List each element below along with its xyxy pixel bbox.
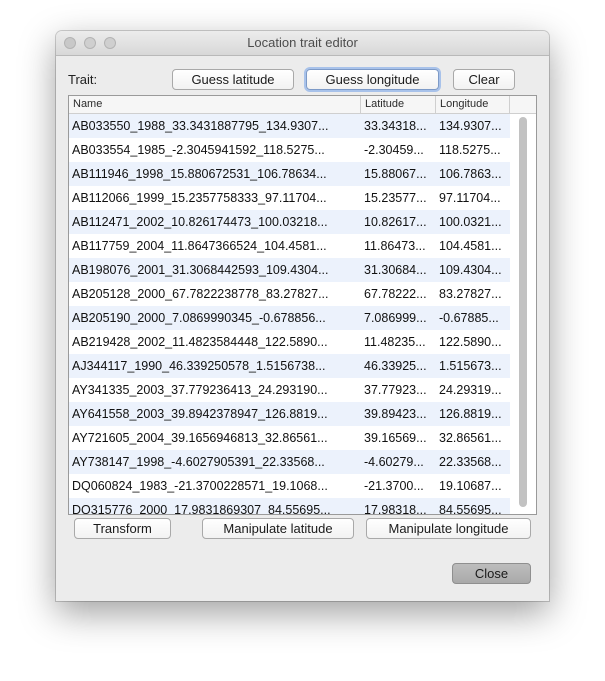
guess-longitude-button[interactable]: Guess longitude <box>306 69 439 90</box>
latitude-cell[interactable]: 33.34318... <box>361 114 436 138</box>
name-cell[interactable]: AB219428_2002_11.4823584448_122.5890... <box>69 330 361 354</box>
longitude-cell[interactable]: 84.55695... <box>436 498 510 514</box>
latitude-cell[interactable]: 15.88067... <box>361 162 436 186</box>
longitude-cell[interactable]: 83.27827... <box>436 282 510 306</box>
latitude-cell[interactable]: 67.78222... <box>361 282 436 306</box>
longitude-cell[interactable]: 100.0321... <box>436 210 510 234</box>
name-cell[interactable]: AB205190_2000_7.0869990345_-0.678856... <box>69 306 361 330</box>
name-cell[interactable]: AB111946_1998_15.880672531_106.78634... <box>69 162 361 186</box>
column-header-longitude[interactable]: Longitude <box>436 96 510 113</box>
title-bar: Location trait editor <box>56 31 549 56</box>
latitude-cell[interactable]: -2.30459... <box>361 138 436 162</box>
latitude-cell[interactable]: 7.086999... <box>361 306 436 330</box>
latitude-cell[interactable]: -4.60279... <box>361 450 436 474</box>
name-cell[interactable]: DQ060824_1983_-21.3700228571_19.1068... <box>69 474 361 498</box>
close-button[interactable]: Close <box>452 563 531 584</box>
name-cell[interactable]: AJ344117_1990_46.339250578_1.5156738... <box>69 354 361 378</box>
table-body: AB033550_1988_33.3431887795_134.9307... 3… <box>69 114 510 514</box>
name-cell[interactable]: AY341335_2003_37.779236413_24.293190... <box>69 378 361 402</box>
longitude-cell[interactable]: 109.4304... <box>436 258 510 282</box>
latitude-cell[interactable]: 17.98318... <box>361 498 436 514</box>
latitude-cell[interactable]: 15.23577... <box>361 186 436 210</box>
name-cell[interactable]: AB033550_1988_33.3431887795_134.9307... <box>69 114 361 138</box>
scrollbar-thumb[interactable] <box>519 117 527 507</box>
name-cell[interactable]: AB205128_2000_67.7822238778_83.27827... <box>69 282 361 306</box>
longitude-cell[interactable]: 106.7863... <box>436 162 510 186</box>
table-row[interactable]: AB111946_1998_15.880672531_106.78634... 1… <box>69 162 510 186</box>
table-row[interactable]: DQ315776_2000_17.9831869307_84.55695... 1… <box>69 498 510 514</box>
longitude-cell[interactable]: 22.33568... <box>436 450 510 474</box>
latitude-cell[interactable]: 37.77923... <box>361 378 436 402</box>
latitude-cell[interactable]: 31.30684... <box>361 258 436 282</box>
table-header: Name Latitude Longitude <box>69 96 536 114</box>
table-row[interactable]: DQ060824_1983_-21.3700228571_19.1068... -… <box>69 474 510 498</box>
longitude-cell[interactable]: 24.29319... <box>436 378 510 402</box>
table-row[interactable]: AY738147_1998_-4.6027905391_22.33568... -… <box>69 450 510 474</box>
latitude-cell[interactable]: 39.89423... <box>361 402 436 426</box>
name-cell[interactable]: AY738147_1998_-4.6027905391_22.33568... <box>69 450 361 474</box>
table-row[interactable]: AY341335_2003_37.779236413_24.293190... 3… <box>69 378 510 402</box>
transform-button[interactable]: Transform <box>74 518 171 539</box>
name-cell[interactable]: AB033554_1985_-2.3045941592_118.5275... <box>69 138 361 162</box>
trait-table: Name Latitude Longitude AB033550_1988_33… <box>68 95 537 515</box>
longitude-cell[interactable]: 32.86561... <box>436 426 510 450</box>
trait-label: Trait: <box>68 72 98 87</box>
latitude-cell[interactable]: 11.86473... <box>361 234 436 258</box>
clear-button[interactable]: Clear <box>453 69 515 90</box>
table-row[interactable]: AB117759_2004_11.8647366524_104.4581... 1… <box>69 234 510 258</box>
latitude-cell[interactable]: 46.33925... <box>361 354 436 378</box>
name-cell[interactable]: AB112471_2002_10.826174473_100.03218... <box>69 210 361 234</box>
column-header-latitude[interactable]: Latitude <box>361 96 436 113</box>
table-row[interactable]: AY641558_2003_39.8942378947_126.8819... 3… <box>69 402 510 426</box>
longitude-cell[interactable]: -0.67885... <box>436 306 510 330</box>
name-cell[interactable]: AY721605_2004_39.1656946813_32.86561... <box>69 426 361 450</box>
table-row[interactable]: AJ344117_1990_46.339250578_1.5156738... 4… <box>69 354 510 378</box>
table-row[interactable]: AB198076_2001_31.3068442593_109.4304... 3… <box>69 258 510 282</box>
name-cell[interactable]: AY641558_2003_39.8942378947_126.8819... <box>69 402 361 426</box>
longitude-cell[interactable]: 19.10687... <box>436 474 510 498</box>
longitude-cell[interactable]: 104.4581... <box>436 234 510 258</box>
vertical-scrollbar[interactable] <box>512 114 536 514</box>
table-row[interactable]: AB033550_1988_33.3431887795_134.9307... 3… <box>69 114 510 138</box>
location-trait-editor-window: Location trait editor Trait: Guess latit… <box>56 31 549 601</box>
table-row[interactable]: AB112066_1999_15.2357758333_97.11704... 1… <box>69 186 510 210</box>
longitude-cell[interactable]: 134.9307... <box>436 114 510 138</box>
latitude-cell[interactable]: -21.3700... <box>361 474 436 498</box>
latitude-cell[interactable]: 11.48235... <box>361 330 436 354</box>
longitude-cell[interactable]: 118.5275... <box>436 138 510 162</box>
longitude-cell[interactable]: 122.5890... <box>436 330 510 354</box>
table-row[interactable]: AB205128_2000_67.7822238778_83.27827... 6… <box>69 282 510 306</box>
table-row[interactable]: AB033554_1985_-2.3045941592_118.5275... -… <box>69 138 510 162</box>
latitude-cell[interactable]: 10.82617... <box>361 210 436 234</box>
name-cell[interactable]: AB198076_2001_31.3068442593_109.4304... <box>69 258 361 282</box>
table-row[interactable]: AB112471_2002_10.826174473_100.03218... 1… <box>69 210 510 234</box>
name-cell[interactable]: AB112066_1999_15.2357758333_97.11704... <box>69 186 361 210</box>
name-cell[interactable]: DQ315776_2000_17.9831869307_84.55695... <box>69 498 361 514</box>
manipulate-longitude-button[interactable]: Manipulate longitude <box>366 518 531 539</box>
guess-latitude-button[interactable]: Guess latitude <box>172 69 294 90</box>
longitude-cell[interactable]: 126.8819... <box>436 402 510 426</box>
table-row[interactable]: AB219428_2002_11.4823584448_122.5890... 1… <box>69 330 510 354</box>
table-row[interactable]: AY721605_2004_39.1656946813_32.86561... 3… <box>69 426 510 450</box>
longitude-cell[interactable]: 97.11704... <box>436 186 510 210</box>
table-row[interactable]: AB205190_2000_7.0869990345_-0.678856... 7… <box>69 306 510 330</box>
name-cell[interactable]: AB117759_2004_11.8647366524_104.4581... <box>69 234 361 258</box>
window-title: Location trait editor <box>247 35 358 50</box>
latitude-cell[interactable]: 39.16569... <box>361 426 436 450</box>
longitude-cell[interactable]: 1.515673... <box>436 354 510 378</box>
manipulate-latitude-button[interactable]: Manipulate latitude <box>202 518 354 539</box>
column-header-name[interactable]: Name <box>69 96 361 113</box>
